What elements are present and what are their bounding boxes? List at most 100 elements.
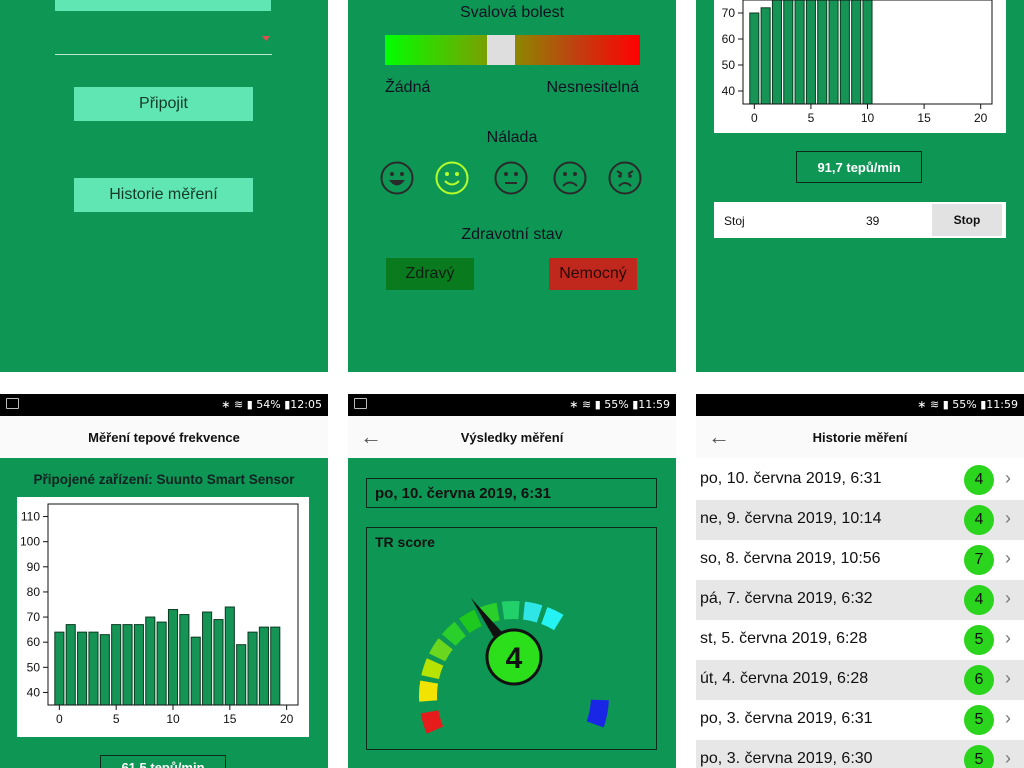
chart-bar bbox=[839, 0, 850, 105]
measurement-date-text: po, 10. června 2019, 6:31 bbox=[375, 485, 551, 502]
chart-bar bbox=[828, 0, 839, 105]
chart-bar bbox=[236, 644, 247, 706]
battery-percent: 54% bbox=[256, 398, 281, 411]
chart-bar bbox=[156, 621, 167, 706]
neutral-face-icon[interactable] bbox=[494, 161, 528, 195]
chart-bar bbox=[258, 626, 269, 706]
history-row-date: po, 3. června 2019, 6:30 bbox=[700, 750, 873, 767]
chart-bar bbox=[783, 0, 794, 105]
x-tick-label: 0 bbox=[56, 712, 63, 726]
chart-bar bbox=[224, 606, 235, 706]
pain-min-label: Žádná bbox=[385, 79, 431, 96]
gauge-segment bbox=[584, 697, 611, 731]
app-bar: ← Výsledky měření bbox=[348, 416, 676, 458]
measure-control-bar: Stoj 39 Stop bbox=[714, 202, 1006, 238]
history-row[interactable]: út, 4. června 2019, 6:28 6 › bbox=[696, 660, 1024, 700]
very-happy-face-icon[interactable] bbox=[380, 161, 414, 195]
x-tick-label: 20 bbox=[280, 712, 294, 726]
gauge-segment bbox=[520, 599, 545, 625]
history-row[interactable]: st, 5. června 2019, 6:28 5 › bbox=[696, 620, 1024, 660]
y-tick-label: 110 bbox=[21, 510, 40, 524]
y-tick-label: 100 bbox=[20, 535, 40, 549]
device-label: Připojené zařízení: Suunto Smart Sensor bbox=[33, 472, 295, 487]
chart-bar bbox=[771, 0, 782, 105]
mood-title: Nálada bbox=[486, 129, 538, 146]
history-row-date: so, 8. června 2019, 10:56 bbox=[700, 550, 881, 567]
chart-bar bbox=[167, 609, 179, 706]
status-bar: ∗ ≋ ▮ 55% ▮11:59 bbox=[696, 394, 1024, 416]
chart-clip bbox=[17, 497, 309, 503]
bpm-display: 91,7 tepů/min bbox=[796, 151, 922, 183]
healthy-button[interactable]: Zdravý bbox=[386, 258, 474, 290]
history-row[interactable]: po, 3. června 2019, 6:30 5 › bbox=[696, 740, 1024, 768]
hr-screen: ∗ ≋ ▮ 54% ▮12:05 Měření tepové frekvence… bbox=[0, 394, 328, 768]
y-tick-label: 40 bbox=[27, 685, 41, 699]
page-title: Historie měření bbox=[812, 429, 908, 445]
stop-button[interactable]: Stop bbox=[932, 204, 1002, 236]
status-icons: ∗ ≋ ▮ bbox=[221, 398, 257, 411]
chevron-right-icon: › bbox=[1005, 748, 1011, 768]
angry-face-icon[interactable] bbox=[608, 161, 642, 195]
chart-bar bbox=[247, 631, 258, 706]
history-row[interactable]: po, 3. června 2019, 6:31 5 › bbox=[696, 700, 1024, 740]
battery-percent: 55% bbox=[952, 398, 977, 411]
y-tick-label: 80 bbox=[27, 585, 41, 599]
pain-slider[interactable] bbox=[385, 35, 640, 65]
happy-face-icon[interactable] bbox=[435, 161, 469, 195]
app-bar: ← Historie měření bbox=[696, 416, 1024, 458]
chevron-right-icon: › bbox=[1005, 548, 1011, 568]
chart-bar bbox=[111, 624, 122, 706]
chart-bar bbox=[817, 0, 828, 105]
score-badge: 7 bbox=[964, 545, 994, 575]
live-chart-card: 40 50 60 70 0 5 10 15 20 bbox=[714, 0, 1006, 133]
connect-screen: Připojit Historie měření bbox=[0, 0, 328, 372]
measurement-date: po, 10. června 2019, 6:31 bbox=[366, 478, 657, 508]
history-row[interactable]: pá, 7. června 2019, 6:32 4 › bbox=[696, 580, 1024, 620]
sad-face-icon[interactable] bbox=[553, 161, 587, 195]
bpm-display: 61,5 tepů/min bbox=[100, 755, 226, 768]
chevron-right-icon: › bbox=[1005, 628, 1011, 648]
history-row[interactable]: ne, 9. června 2019, 10:14 4 › bbox=[696, 500, 1024, 540]
chevron-right-icon: › bbox=[1005, 668, 1011, 688]
x-tick-label: 20 bbox=[974, 111, 988, 125]
live-chart-screen: 40 50 60 70 0 5 10 15 20 91,7 tepů/min Stoj 39 S… bbox=[696, 0, 1024, 372]
score-badge: 6 bbox=[964, 665, 994, 695]
device-select[interactable] bbox=[55, 30, 272, 55]
position-label: Stoj bbox=[724, 214, 745, 228]
chart-bar bbox=[122, 624, 133, 706]
score-badge: 4 bbox=[964, 465, 994, 495]
battery-icon: ▮ bbox=[280, 398, 291, 411]
hr-chart-card: 40 50 60 70 80 90 100 110 0 5 10 15 20 bbox=[17, 497, 309, 737]
y-tick-label: 50 bbox=[27, 660, 41, 674]
pain-slider-thumb[interactable] bbox=[487, 35, 515, 65]
y-tick-label: 70 bbox=[722, 6, 736, 20]
connect-button[interactable]: Připojit bbox=[74, 87, 253, 121]
history-row-date: po, 3. června 2019, 6:31 bbox=[700, 710, 873, 727]
chevron-right-icon: › bbox=[1005, 468, 1011, 488]
top-field-button[interactable] bbox=[55, 0, 271, 11]
chart-bar bbox=[99, 634, 110, 706]
score-gauge: 4 bbox=[417, 598, 611, 737]
y-tick-label: 40 bbox=[722, 84, 736, 98]
chart-bar bbox=[202, 611, 213, 706]
x-tick-label: 10 bbox=[166, 712, 180, 726]
chevron-right-icon: › bbox=[1005, 588, 1011, 608]
page-title: Měření tepové frekvence bbox=[88, 429, 240, 445]
history-row-date: ne, 9. června 2019, 10:14 bbox=[700, 510, 882, 527]
health-title: Zdravotní stav bbox=[461, 226, 563, 243]
history-list: po, 10. června 2019, 6:31 4 › ne, 9. června… bbox=[696, 460, 1024, 768]
x-tick-label: 5 bbox=[113, 712, 120, 726]
sick-button[interactable]: Nemocný bbox=[549, 258, 637, 290]
y-tick-label: 70 bbox=[27, 610, 41, 624]
history-row-date: po, 10. června 2019, 6:31 bbox=[700, 470, 882, 487]
chart-bar bbox=[190, 636, 201, 706]
history-row[interactable]: so, 8. června 2019, 10:56 7 › bbox=[696, 540, 1024, 580]
history-screen: ∗ ≋ ▮ 55% ▮11:59 ← Historie měření po, 1… bbox=[696, 394, 1024, 768]
history-button[interactable]: Historie měření bbox=[74, 178, 253, 212]
bpm-value: 61,5 tepů/min bbox=[121, 760, 205, 768]
score-badge: 4 bbox=[964, 585, 994, 615]
gallery-icon bbox=[354, 398, 367, 409]
history-row[interactable]: po, 10. června 2019, 6:31 4 › bbox=[696, 460, 1024, 500]
pain-max-label: Nesnesitelná bbox=[546, 79, 640, 96]
x-tick-label: 15 bbox=[223, 712, 237, 726]
